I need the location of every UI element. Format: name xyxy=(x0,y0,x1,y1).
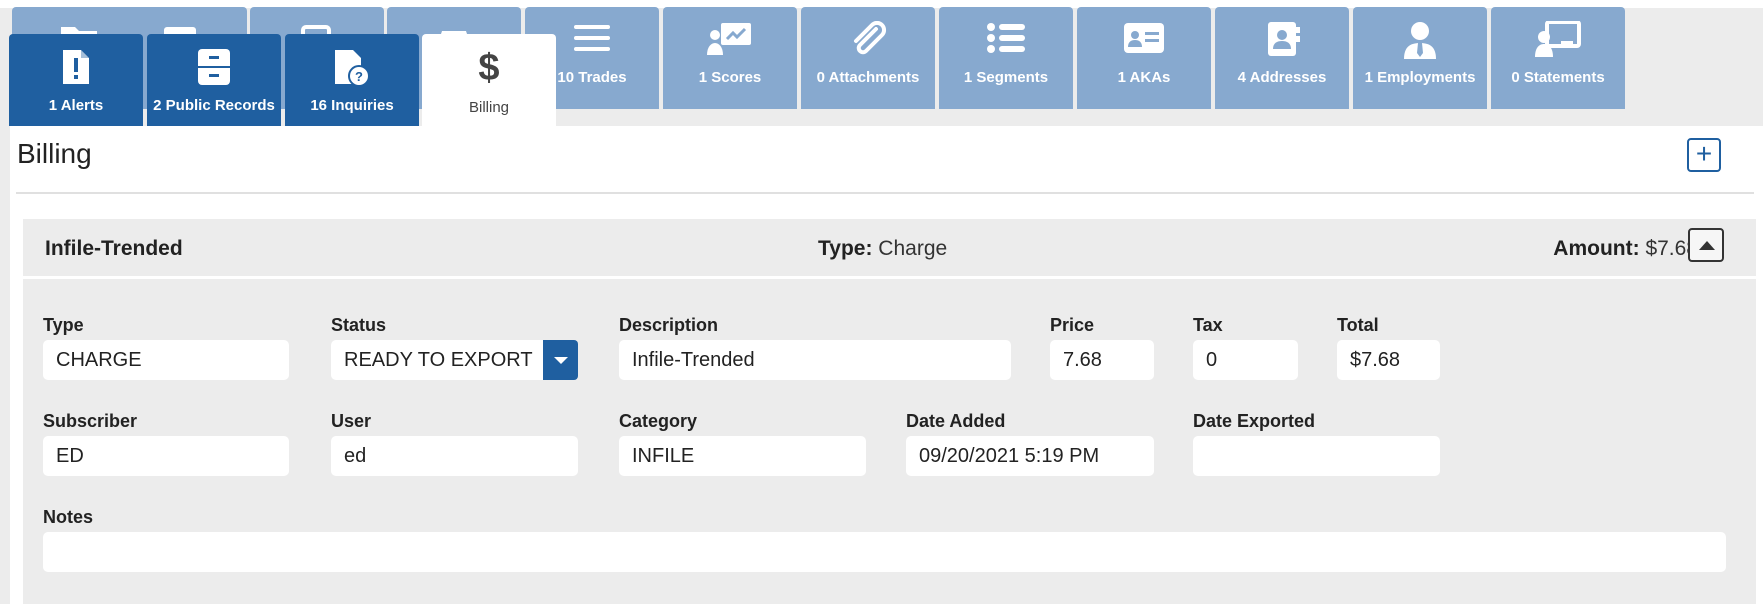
date-added-label: Date Added xyxy=(906,411,1006,431)
chalkboard-user-icon xyxy=(1491,21,1625,61)
price-field[interactable]: 7.68 xyxy=(1050,340,1154,380)
status-label: Status xyxy=(331,315,387,335)
tab-label: 1 AKAs xyxy=(1117,69,1171,86)
tab-employments[interactable]: 1 Employments xyxy=(1353,7,1487,109)
user-field[interactable]: ed xyxy=(331,436,578,476)
tab-statements[interactable]: 0 Statements xyxy=(1491,7,1625,109)
tab-label: 1 Segments xyxy=(963,69,1049,86)
tab-label: 1 Scores xyxy=(698,69,762,86)
chevron-down-icon xyxy=(554,357,568,364)
tab-public-records[interactable]: 2 Public Records xyxy=(147,34,281,126)
tab-label: 0 Attachments xyxy=(816,69,920,86)
total-label: Total xyxy=(1337,315,1379,335)
tab-billing[interactable]: $ Billing xyxy=(422,34,556,130)
billing-card: Infile-Trended Type: Charge Amount: $7.6… xyxy=(23,219,1756,604)
tab-label: 2 Public Records xyxy=(153,97,275,114)
tab-label: 4 Addresses xyxy=(1237,69,1327,86)
user-tie-icon xyxy=(1353,21,1487,61)
notes-field[interactable] xyxy=(43,532,1726,572)
category-field[interactable]: INFILE xyxy=(619,436,866,476)
id-card-icon xyxy=(1077,21,1211,61)
tab-segments[interactable]: 1 Segments xyxy=(939,7,1073,109)
type-field[interactable]: CHARGE xyxy=(43,340,289,380)
description-field[interactable]: Infile-Trended xyxy=(619,340,1011,380)
tab-label: 1 Employments xyxy=(1364,69,1476,86)
divider xyxy=(16,192,1754,194)
paperclip-icon xyxy=(801,21,935,61)
tab-attachments[interactable]: 0 Attachments xyxy=(801,7,935,109)
date-added-field[interactable]: 09/20/2021 5:19 PM xyxy=(906,436,1154,476)
status-select[interactable]: READY TO EXPORT xyxy=(331,340,543,380)
collapse-button[interactable] xyxy=(1688,228,1724,262)
date-exported-field[interactable] xyxy=(1193,436,1440,476)
subscriber-label: Subscriber xyxy=(43,411,138,431)
page-title: Billing xyxy=(17,138,92,169)
billing-card-header[interactable]: Infile-Trended Type: Charge Amount: $7.6… xyxy=(23,219,1756,279)
file-cabinet-icon xyxy=(147,48,281,88)
tab-label: Billing xyxy=(468,99,510,116)
type-value: Charge xyxy=(878,237,948,260)
tab-label: 1 Alerts xyxy=(48,97,104,114)
billing-item-amount: Amount: $7.68 xyxy=(1553,237,1698,261)
svg-text:$: $ xyxy=(478,47,499,88)
category-label: Category xyxy=(619,411,698,431)
status-dropdown-button[interactable] xyxy=(543,340,578,380)
billing-item-type: Type: Charge xyxy=(818,237,947,261)
user-label: User xyxy=(331,411,372,431)
add-billing-button[interactable]: + xyxy=(1687,138,1721,172)
billing-item-name: Infile-Trended xyxy=(45,237,183,260)
tab-alerts[interactable]: 1 Alerts xyxy=(9,34,143,126)
tab-scores[interactable]: 1 Scores xyxy=(663,7,797,109)
date-exported-label: Date Exported xyxy=(1193,411,1316,431)
tax-field[interactable]: 0 xyxy=(1193,340,1298,380)
dollar-icon: $ xyxy=(422,44,556,88)
svg-text:?: ? xyxy=(355,69,363,84)
billing-panel: Billing + Infile-Trended Type: Charge Am… xyxy=(10,126,1763,604)
price-label: Price xyxy=(1050,315,1095,335)
caret-up-icon xyxy=(1699,241,1715,250)
file-alert-icon xyxy=(9,48,143,88)
total-field[interactable]: $7.68 xyxy=(1337,340,1440,380)
tab-label: 16 Inquiries xyxy=(310,97,394,114)
list-icon xyxy=(939,21,1073,61)
address-book-icon xyxy=(1215,21,1349,61)
tab-label: 0 Statements xyxy=(1511,69,1605,86)
presentation-chart-icon xyxy=(663,21,797,61)
file-question-icon: ? xyxy=(285,48,419,88)
type-caption: Type: xyxy=(818,237,873,260)
tax-label: Tax xyxy=(1193,315,1223,335)
amount-caption: Amount: xyxy=(1553,237,1640,260)
type-label: Type xyxy=(43,315,84,335)
tab-inquiries[interactable]: ? 16 Inquiries xyxy=(285,34,419,126)
description-label: Description xyxy=(619,315,719,335)
tab-addresses[interactable]: 4 Addresses xyxy=(1215,7,1349,109)
tab-akas[interactable]: 1 AKAs xyxy=(1077,7,1211,109)
notes-label: Notes xyxy=(43,507,94,527)
subscriber-field[interactable]: ED xyxy=(43,436,289,476)
